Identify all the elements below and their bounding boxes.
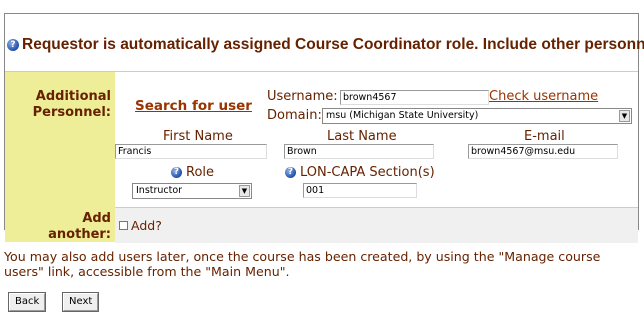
add-another-row: Add another: Add? xyxy=(5,207,638,243)
search-for-user-link[interactable]: Search for user xyxy=(135,98,252,114)
section-header: ? LON-CAPA Section(s) xyxy=(285,165,435,180)
email-input[interactable] xyxy=(468,144,618,159)
label-line: Additional xyxy=(35,89,111,104)
section-input[interactable] xyxy=(303,183,417,198)
add-another-checkbox-label: Add? xyxy=(131,218,162,233)
label-line: Add xyxy=(82,211,111,226)
add-another-option[interactable]: Add? xyxy=(119,218,162,233)
help-icon[interactable]: ? xyxy=(171,167,182,178)
domain-select[interactable]: msu (Michigan State University) ▼ xyxy=(322,108,632,124)
section-label: LON-CAPA Section(s) xyxy=(300,165,435,180)
chevron-down-icon[interactable]: ▼ xyxy=(239,185,250,197)
add-another-cell: Add? xyxy=(115,207,638,243)
email-label: E-mail xyxy=(524,129,565,144)
check-username-link[interactable]: Check username xyxy=(489,89,598,104)
back-button[interactable]: Back xyxy=(9,293,46,311)
personnel-form-box: ? Requestor is automatically assigned Co… xyxy=(4,13,644,243)
additional-personnel-label: Additional Personnel: xyxy=(5,72,115,207)
label-line: another: xyxy=(48,227,111,242)
role-select[interactable]: Instructor ▼ xyxy=(132,183,252,199)
form-heading: ? Requestor is automatically assigned Co… xyxy=(7,35,644,55)
label-line: Personnel: xyxy=(32,105,111,120)
next-button[interactable]: Next xyxy=(63,293,99,311)
username-input[interactable] xyxy=(340,90,489,105)
add-later-note: You may also add users later, once the c… xyxy=(4,249,601,279)
domain-selected-value: msu (Michigan State University) xyxy=(326,110,479,121)
chevron-down-icon[interactable]: ▼ xyxy=(619,110,630,122)
heading-text: Requestor is automatically assigned Cour… xyxy=(22,36,644,53)
last-name-input[interactable] xyxy=(284,144,434,159)
help-icon[interactable]: ? xyxy=(7,39,19,51)
add-another-checkbox[interactable] xyxy=(119,221,128,230)
role-selected-value: Instructor xyxy=(136,185,183,196)
help-icon[interactable]: ? xyxy=(285,167,296,178)
role-label: Role xyxy=(186,165,215,180)
username-label: Username: xyxy=(267,89,338,104)
first-name-input[interactable] xyxy=(115,144,267,159)
last-name-label: Last Name xyxy=(327,129,397,144)
domain-label: Domain: xyxy=(267,108,322,123)
first-name-label: First Name xyxy=(163,129,233,144)
role-header: ? Role xyxy=(171,165,214,180)
add-another-label: Add another: xyxy=(5,207,115,242)
additional-personnel-row: Additional Personnel: Search for user Us… xyxy=(5,71,638,207)
